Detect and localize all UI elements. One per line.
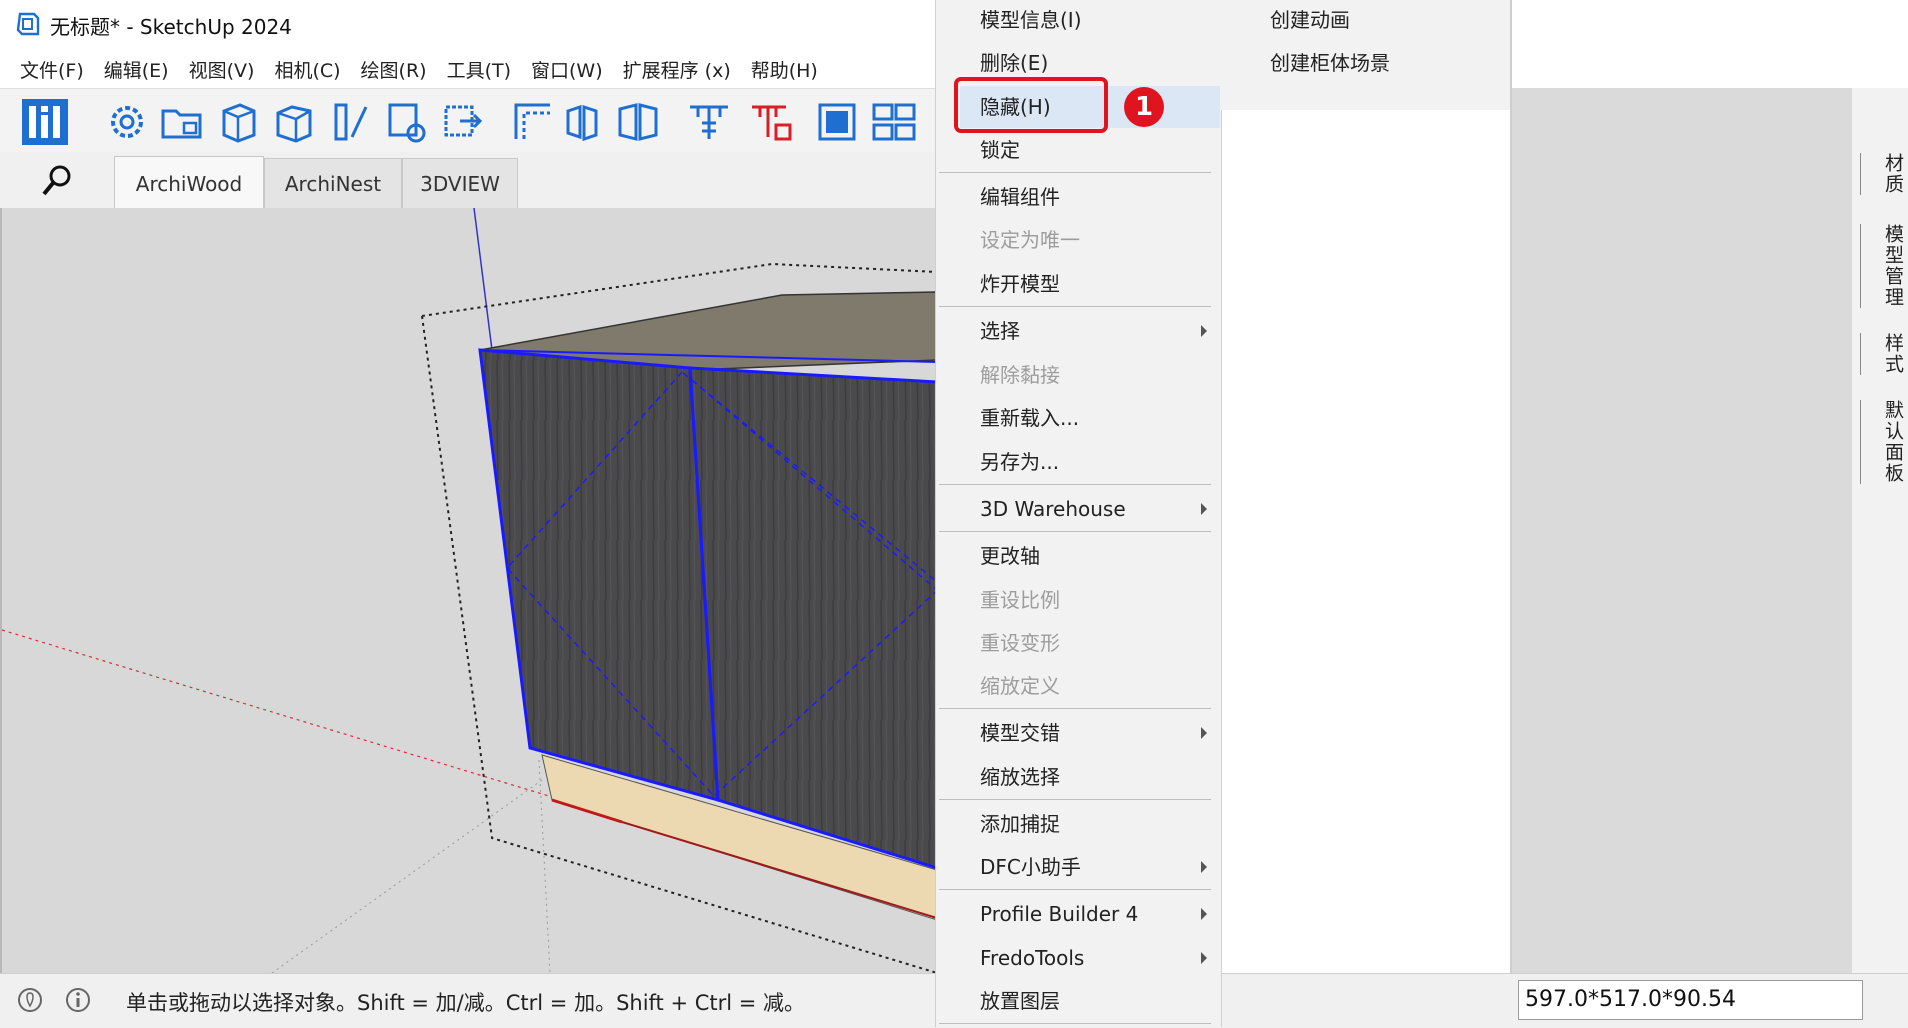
menu-item-explode[interactable]: 炸开模型 [980,269,1060,299]
box-icon[interactable] [270,97,320,147]
status-message: 单击或拖动以选择对象。Shift = 加/减。Ctrl = 加。Shift + … [126,991,806,1015]
sketchup-logo-icon [16,12,40,36]
right-canvas-area [1512,88,1852,973]
submenu-arrow-icon [1201,503,1207,515]
frame-icon[interactable] [508,97,558,147]
tab-archiwood[interactable]: ArchiWood [114,156,264,210]
default-tray: 材质 模型管理 样式 默认面板 [1852,88,1908,973]
measurements-field[interactable]: 597.0*517.0*90.54 [1518,980,1863,1020]
menu-item-create-cabinet-scene[interactable]: 创建柜体场景 [1270,48,1390,78]
search-icon[interactable] [38,162,78,202]
submenu-panel: 创建动画 创建柜体场景 [1220,0,1511,110]
submenu-arrow-icon [1201,952,1207,964]
menu-item-scale-definition[interactable]: 缩放定义 [980,671,1060,701]
extension-tab-bar: ArchiWood ArchiNest 3DVIEW [0,152,935,210]
tray-tab-default-panel[interactable]: 默认面板 [1860,400,1907,484]
right-header-area [1510,0,1908,88]
menu-item-intersect-faces[interactable]: 模型交错 [980,718,1060,748]
menu-item-unglue[interactable]: 解除黏接 [980,360,1060,390]
submenu-arrow-icon [1201,861,1207,873]
menu-item-3d-warehouse[interactable]: 3D Warehouse [980,494,1126,524]
menu-help[interactable]: 帮助(H) [751,56,818,83]
menu-file[interactable]: 文件(F) [20,56,84,83]
fill-icon[interactable] [812,97,862,147]
step-number-badge: 1 [1124,87,1164,127]
menu-item-change-axes[interactable]: 更改轴 [980,541,1040,571]
open-folder-icon[interactable] [158,97,208,147]
menu-extensions[interactable]: 扩展程序 (x) [623,56,731,83]
cabinet-icon[interactable] [214,97,264,147]
split-icon[interactable] [562,97,612,147]
delete-hardware-icon[interactable] [746,97,796,147]
menu-bar: 文件(F) 编辑(E) 视图(V) 相机(C) 绘图(R) 工具(T) 窗口(W… [0,48,935,90]
menu-item-fredotools[interactable]: FredoTools [980,943,1084,973]
menu-item-reset-scale[interactable]: 重设比例 [980,585,1060,615]
menu-draw[interactable]: 绘图(R) [361,56,427,83]
3d-viewport[interactable] [0,208,937,973]
window-title: 无标题* - SketchUp 2024 [50,15,292,39]
menu-separator [939,531,1211,532]
tab-3dview[interactable]: 3DVIEW [402,158,518,209]
tray-tab-materials[interactable]: 材质 [1860,153,1907,195]
double-door-icon[interactable] [616,97,666,147]
hide-item-highlight-box [954,77,1108,133]
panel-icon[interactable] [326,97,376,147]
menu-window[interactable]: 窗口(W) [531,56,603,83]
info-icon[interactable] [64,986,92,1014]
submenu-arrow-icon [1201,727,1207,739]
menu-item-reload[interactable]: 重新载入... [980,403,1079,433]
menu-separator [939,172,1211,173]
right-door [688,366,937,870]
green-axis-line [271,779,543,973]
menu-item-model-info[interactable]: 模型信息(I) [980,5,1082,35]
settings-icon[interactable] [102,97,152,147]
tab-archinest[interactable]: ArchiNest [264,158,402,209]
bounding-box-edge [538,759,551,973]
menu-separator [939,1023,1211,1024]
menu-separator [939,799,1211,800]
menu-separator [939,306,1211,307]
menu-item-profile-builder[interactable]: Profile Builder 4 [980,899,1138,929]
submenu-arrow-icon [1201,908,1207,920]
grid-icon[interactable] [870,97,920,147]
menu-item-add-snap[interactable]: 添加捕捉 [980,809,1060,839]
panel-divider [1510,0,1512,1027]
menu-item-make-unique[interactable]: 设定为唯一 [980,225,1080,255]
menu-edit[interactable]: 编辑(E) [104,56,169,83]
export-icon[interactable] [438,97,488,147]
menu-separator [939,484,1211,485]
menu-item-create-animation[interactable]: 创建动画 [1270,5,1350,35]
menu-item-delete[interactable]: 删除(E) [980,48,1048,78]
rotate-panel-icon[interactable] [382,97,432,147]
left-door [478,348,720,803]
menu-item-lock[interactable]: 锁定 [980,135,1020,165]
menu-view[interactable]: 视图(V) [189,56,255,83]
menu-camera[interactable]: 相机(C) [274,56,340,83]
menu-item-zoom-selection[interactable]: 缩放选择 [980,762,1060,792]
geo-location-icon[interactable] [16,986,44,1014]
menu-item-dfc-assistant[interactable]: DFC小助手 [980,852,1081,882]
menu-item-edit-component[interactable]: 编辑组件 [980,182,1060,212]
red-axis-line [2,629,563,801]
menu-item-save-as[interactable]: 另存为... [980,447,1059,477]
tray-tab-model-manager[interactable]: 模型管理 [1860,224,1907,308]
menu-item-reset-skew[interactable]: 重设变形 [980,628,1060,658]
model-canvas [2,208,937,973]
toolbar [0,88,935,153]
archiwood-logo-icon[interactable] [20,97,70,147]
menu-separator [939,708,1211,709]
menu-item-select[interactable]: 选择 [980,316,1020,346]
submenu-arrow-icon [1201,325,1207,337]
menu-tools[interactable]: 工具(T) [447,56,511,83]
hardware-icon[interactable] [684,97,734,147]
menu-item-place-layer[interactable]: 放置图层 [980,986,1060,1016]
blue-axis-line [473,208,493,351]
menu-separator [939,889,1211,890]
tray-tab-styles[interactable]: 样式 [1860,333,1907,375]
